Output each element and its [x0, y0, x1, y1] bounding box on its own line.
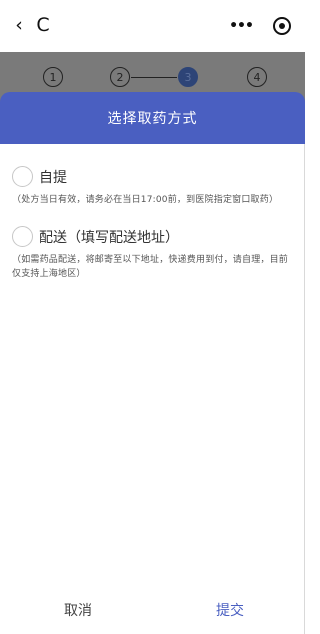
step-connector: [131, 77, 177, 78]
option-self-pickup: 自提 （处方当日有效，请务必在当日17:00前，到医院指定窗口取药）: [12, 166, 296, 207]
step-1: 1: [43, 67, 63, 87]
option-delivery-label: 配送（填写配送地址）: [39, 229, 179, 246]
close-target-icon[interactable]: [273, 17, 291, 35]
option-delivery-row[interactable]: 配送（填写配送地址）: [12, 226, 296, 247]
option-delivery-note: （如需药品配送，将邮寄至以下地址，快递费用到付，请自理，目前仅支持上海地区）: [12, 255, 289, 279]
option-delivery: 配送（填写配送地址） （如需药品配送，将邮寄至以下地址，快递费用到付，请自理，目…: [12, 226, 296, 281]
option-self-pickup-row[interactable]: 自提: [12, 166, 296, 187]
back-icon[interactable]: ‹: [8, 13, 30, 37]
refresh-icon[interactable]: C: [32, 13, 54, 37]
option-self-pickup-label: 自提: [39, 169, 67, 186]
app-frame: ‹ C ••• 1 2 3 4 选择取药方式 自提 （处方当日有效，请务必在当日…: [0, 0, 305, 634]
more-icon[interactable]: •••: [227, 16, 255, 36]
step-3: 3: [178, 67, 198, 87]
option-self-pickup-note: （处方当日有效，请务必在当日17:00前，到医院指定窗口取药）: [12, 195, 279, 205]
mini-program-capsule: •••: [221, 13, 297, 39]
step-4: 4: [247, 67, 267, 87]
step-2: 2: [110, 67, 130, 87]
sheet-title: 选择取药方式: [0, 92, 305, 144]
top-navigation-bar: ‹ C •••: [0, 0, 305, 52]
submit-button[interactable]: 提交: [190, 598, 270, 622]
cancel-button[interactable]: 取消: [38, 598, 118, 622]
radio-self-pickup[interactable]: [12, 166, 33, 187]
radio-delivery[interactable]: [12, 226, 33, 247]
